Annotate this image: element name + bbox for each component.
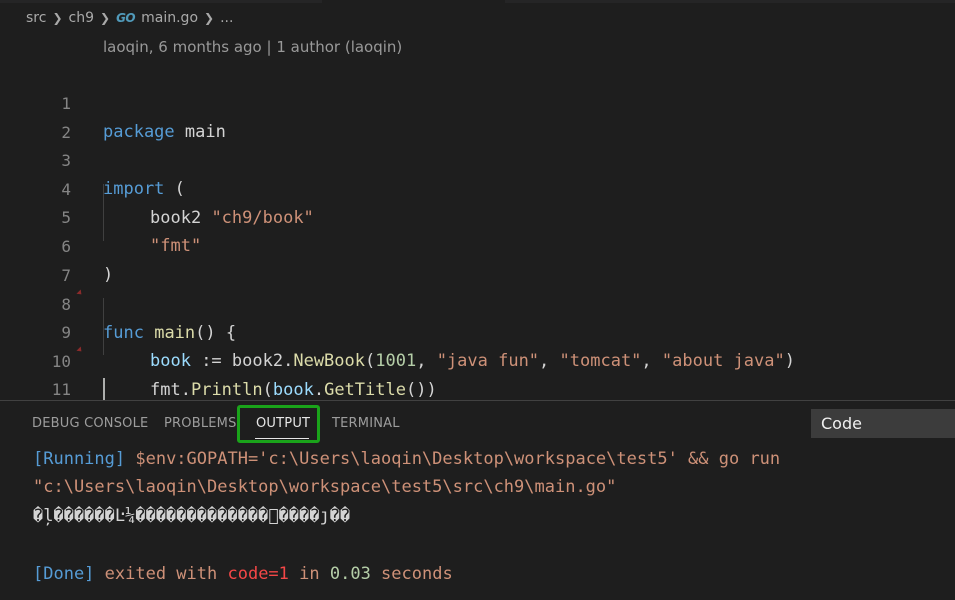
annotation-highlight-box xyxy=(237,405,320,443)
chevron-right-icon: ❯ xyxy=(204,11,215,25)
code-line[interactable]: 7 xyxy=(0,233,955,285)
tab-bar-segment xyxy=(0,0,322,3)
panel-tabs: DEBUG CONSOLE PROBLEMS OUTPUT TERMINAL xyxy=(0,401,800,445)
code-line[interactable]: 2 xyxy=(0,90,955,142)
tab-problems[interactable]: PROBLEMS xyxy=(164,416,237,431)
codelens-blame[interactable]: laoqin, 6 months ago | 1 author (laoqin) xyxy=(103,38,402,58)
output-line-garbled: �ļ������Ŀ¼�������������﷨����ȷ�� xyxy=(33,506,351,526)
status-text: in xyxy=(288,564,330,584)
code-line[interactable]: 11 } xyxy=(0,347,955,429)
breadcrumb-row: src ❯ ch9 ❯ GO main.go ❯ ... xyxy=(26,10,233,26)
code-line[interactable]: 10 fmt.Println(book.GetTitle()) xyxy=(0,319,955,401)
code-line[interactable]: 5 "fmt" xyxy=(0,175,955,257)
status-text: seconds xyxy=(370,564,453,584)
breadcrumb-item-ch9[interactable]: ch9 xyxy=(69,10,94,26)
status-text: exited with xyxy=(94,564,228,584)
exit-code: code=1 xyxy=(227,564,289,584)
tab-terminal[interactable]: TERMINAL xyxy=(332,416,400,431)
code-line[interactable]: 9 book := book2.NewBook(1001, "java fun"… xyxy=(0,290,955,372)
code-line[interactable]: 8 func main() { xyxy=(0,262,955,344)
output-line: [Running] $env:GOPATH='c:\Users\laoqin\D… xyxy=(33,445,780,473)
breadcrumb-item-symbol[interactable]: ... xyxy=(220,10,233,26)
text-cursor xyxy=(103,378,105,400)
tab-debug-console[interactable]: DEBUG CONSOLE xyxy=(32,416,148,431)
breadcrumb-item-file[interactable]: main.go xyxy=(141,10,198,26)
code-editor[interactable]: laoqin, 6 months ago | 1 author (laoqin)… xyxy=(0,38,955,429)
code-line[interactable]: 4 book2 "ch9/book" xyxy=(0,147,955,229)
code-line[interactable]: 3 import ( xyxy=(0,118,955,200)
tab-bar-remnant xyxy=(0,0,955,3)
bottom-panel: DEBUG CONSOLE PROBLEMS OUTPUT TERMINAL C… xyxy=(0,400,955,600)
code-line[interactable]: 1 package main xyxy=(0,61,955,143)
output-channel-select[interactable]: Code xyxy=(811,409,955,438)
go-file-icon: GO xyxy=(116,11,136,25)
tab-bar-segment xyxy=(505,0,955,3)
done-tag: [Done] xyxy=(33,564,95,584)
output-line: [Done] exited with code=1 in 0.03 second… xyxy=(33,560,453,588)
command-text: $env:GOPATH='c:\Users\laoqin\Desktop\wor… xyxy=(125,449,781,469)
output-line: "c:\Users\laoqin\Desktop\workspace\test5… xyxy=(33,477,617,497)
chevron-right-icon: ❯ xyxy=(100,11,111,25)
running-tag: [Running] xyxy=(33,449,126,469)
duration: 0.03 xyxy=(329,564,371,584)
chevron-right-icon: ❯ xyxy=(52,11,63,25)
code-line[interactable]: 6 ) xyxy=(0,204,955,286)
breadcrumb-item-src[interactable]: src xyxy=(26,10,46,26)
breadcrumb: src ❯ ch9 ❯ GO main.go ❯ ... xyxy=(0,0,955,38)
